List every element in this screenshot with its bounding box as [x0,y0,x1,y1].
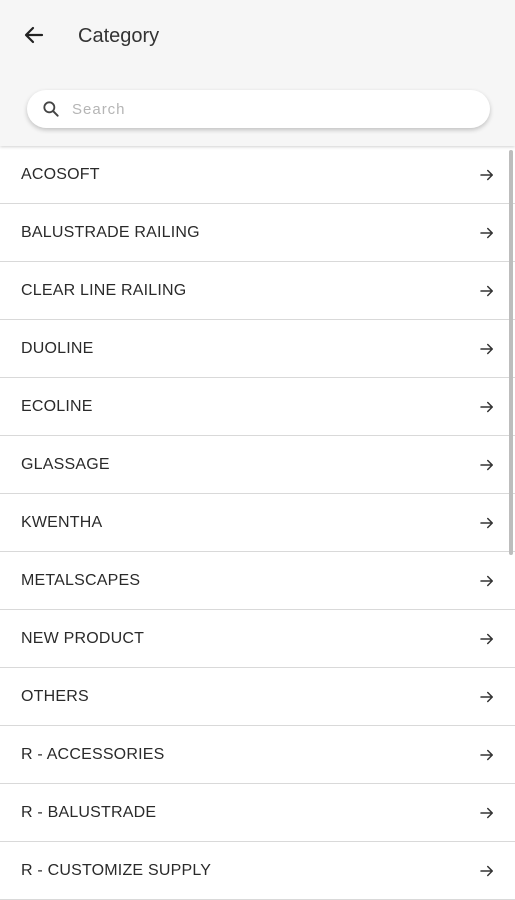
category-item-glassage[interactable]: GLASSAGE [0,436,515,494]
arrow-right-icon [477,339,497,359]
search-input[interactable] [70,99,454,119]
arrow-right-icon [477,861,497,881]
list-item-label: METALSCAPES [21,571,141,589]
category-item-kwentha[interactable]: KWENTHA [0,494,515,552]
arrow-right-icon [477,745,497,765]
app-header: Category [0,0,515,146]
list-item-label: ECOLINE [21,397,93,415]
list-item-label: R - CUSTOMIZE SUPPLY [21,861,212,879]
list-item-label: R - BALUSTRADE [21,803,157,821]
list-item-label: DUOLINE [21,339,94,357]
search-bar[interactable] [27,90,490,128]
list-item-label: NEW PRODUCT [21,629,145,647]
list-item-label: ACOSOFT [21,165,100,183]
category-item-duoline[interactable]: DUOLINE [0,320,515,378]
category-item-balustrade-railing[interactable]: BALUSTRADE RAILING [0,204,515,262]
arrow-left-icon [22,23,46,52]
category-item-r-customize-supply[interactable]: R - CUSTOMIZE SUPPLY [0,842,515,900]
arrow-right-icon [477,455,497,475]
list-item-label: KWENTHA [21,513,103,531]
list-item-label: GLASSAGE [21,455,110,473]
category-item-new-product[interactable]: NEW PRODUCT [0,610,515,668]
arrow-right-icon [477,571,497,591]
category-item-ecoline[interactable]: ECOLINE [0,378,515,436]
category-item-metalscapes[interactable]: METALSCAPES [0,552,515,610]
category-item-others[interactable]: OTHERS [0,668,515,726]
list-item-label: R - ACCESSORIES [21,745,165,763]
list-item-label: BALUSTRADE RAILING [21,223,200,241]
list-item-label: OTHERS [21,687,89,705]
arrow-right-icon [477,513,497,533]
arrow-right-icon [477,629,497,649]
arrow-right-icon [477,687,497,707]
arrow-right-icon [477,223,497,243]
page-title: Category [78,25,160,47]
arrow-right-icon [477,281,497,301]
search-icon [40,98,62,120]
back-button[interactable] [14,18,54,56]
category-item-clear-line-railing[interactable]: CLEAR LINE RAILING [0,262,515,320]
category-item-acosoft[interactable]: ACOSOFT [0,146,515,204]
arrow-right-icon [477,803,497,823]
category-list: ACOSOFT BALUSTRADE RAILING CLEAR LINE RA… [0,146,515,900]
category-item-r-accessories[interactable]: R - ACCESSORIES [0,726,515,784]
arrow-right-icon [477,165,497,185]
scrollbar[interactable] [509,150,513,555]
arrow-right-icon [477,397,497,417]
list-item-label: CLEAR LINE RAILING [21,281,187,299]
category-item-r-balustrade[interactable]: R - BALUSTRADE [0,784,515,842]
